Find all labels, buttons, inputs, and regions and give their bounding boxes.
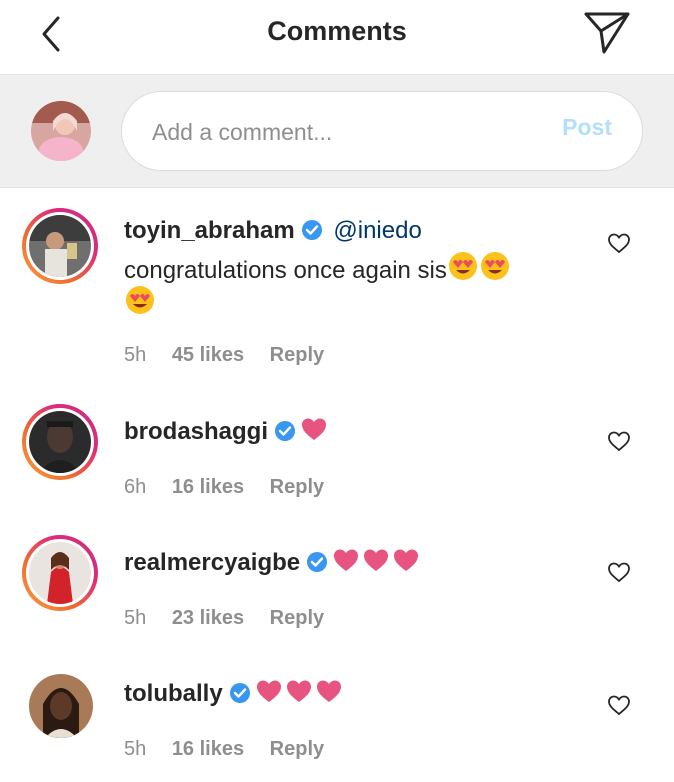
mention-link[interactable]: @iniedo — [333, 217, 421, 244]
avatar — [31, 101, 91, 161]
comment-composer: Post — [0, 74, 674, 188]
heart-eyes-face-icon — [126, 286, 154, 314]
verified-badge-icon — [307, 552, 328, 572]
comment-time: 5h — [124, 344, 147, 366]
verified-badge-icon — [301, 220, 322, 240]
pink-heart-icon — [256, 680, 281, 702]
comment-username[interactable]: brodashaggi — [124, 418, 268, 445]
pink-heart-icon — [334, 549, 359, 571]
avatar[interactable] — [29, 674, 93, 738]
avatar[interactable] — [22, 208, 98, 284]
avatar[interactable] — [22, 535, 98, 611]
page-title: Comments — [267, 16, 407, 46]
comment-username[interactable]: toyin_abraham — [124, 217, 295, 244]
reply-button[interactable]: Reply — [270, 476, 324, 498]
heart-eyes-face-icon — [448, 252, 477, 280]
comment-meta: 5h 16 likes Reply — [124, 738, 344, 761]
likes-count[interactable]: 16 likes — [172, 738, 244, 760]
likes-count[interactable]: 16 likes — [172, 476, 244, 498]
reply-button[interactable]: Reply — [270, 344, 324, 366]
comment-username[interactable]: realmercyaigbe — [124, 549, 300, 576]
comment-time: 5h — [124, 738, 147, 760]
pink-heart-icon — [364, 549, 389, 571]
avatar[interactable] — [22, 404, 98, 480]
heart-outline-icon[interactable] — [607, 694, 631, 716]
heart-outline-icon[interactable] — [607, 430, 631, 452]
verified-badge-icon — [275, 421, 296, 441]
pink-heart-icon — [316, 680, 341, 702]
likes-count[interactable]: 45 likes — [172, 344, 244, 366]
share-button[interactable] — [582, 10, 632, 56]
comment-username[interactable]: tolubally — [124, 680, 223, 707]
comment-input-box[interactable]: Post — [121, 91, 643, 171]
heart-outline-icon[interactable] — [607, 561, 631, 583]
comment-meta: 5h 23 likes Reply — [124, 607, 344, 630]
header-bar: Comments — [0, 0, 674, 74]
reply-button[interactable]: Reply — [270, 738, 324, 760]
comment-time: 6h — [124, 476, 147, 498]
pink-heart-icon — [302, 418, 327, 440]
comment-time: 5h — [124, 607, 147, 629]
comment-text: congratulations once again sis — [124, 257, 447, 284]
post-button[interactable]: Post — [562, 114, 612, 141]
pink-heart-icon — [286, 680, 311, 702]
reply-button[interactable]: Reply — [270, 607, 324, 629]
paper-plane-icon — [584, 12, 630, 54]
likes-count[interactable]: 23 likes — [172, 607, 244, 629]
heart-eyes-face-icon — [480, 252, 509, 280]
pink-heart-icon — [394, 549, 419, 571]
verified-badge-icon — [229, 683, 250, 703]
heart-outline-icon[interactable] — [607, 232, 631, 254]
comment-meta: 5h 45 likes Reply — [124, 344, 344, 367]
comment-input[interactable] — [152, 112, 512, 152]
comment-meta: 6h 16 likes Reply — [124, 476, 344, 499]
